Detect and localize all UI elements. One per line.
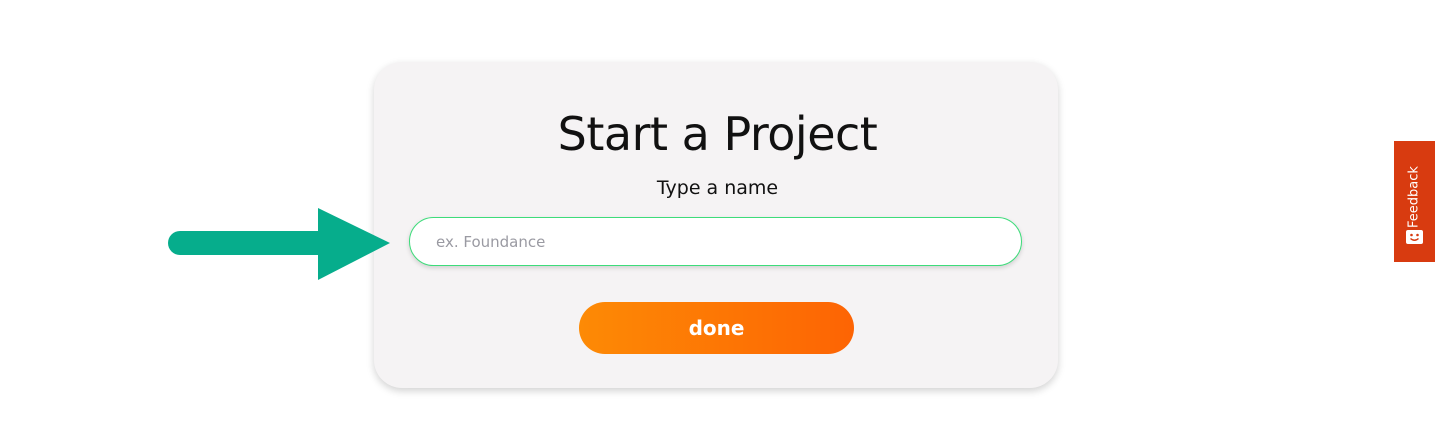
- project-name-input[interactable]: [409, 217, 1022, 266]
- smiley-icon: [1406, 230, 1423, 244]
- page: Start a Project Type a name done Feedbac…: [0, 0, 1435, 440]
- feedback-label: Feedback: [1406, 166, 1422, 228]
- feedback-tab[interactable]: Feedback: [1394, 141, 1435, 262]
- name-prompt-label: Type a name: [656, 177, 779, 199]
- page-title: Start a Project: [557, 107, 878, 161]
- done-button[interactable]: done: [579, 302, 854, 354]
- right-arrow-icon: [168, 208, 390, 280]
